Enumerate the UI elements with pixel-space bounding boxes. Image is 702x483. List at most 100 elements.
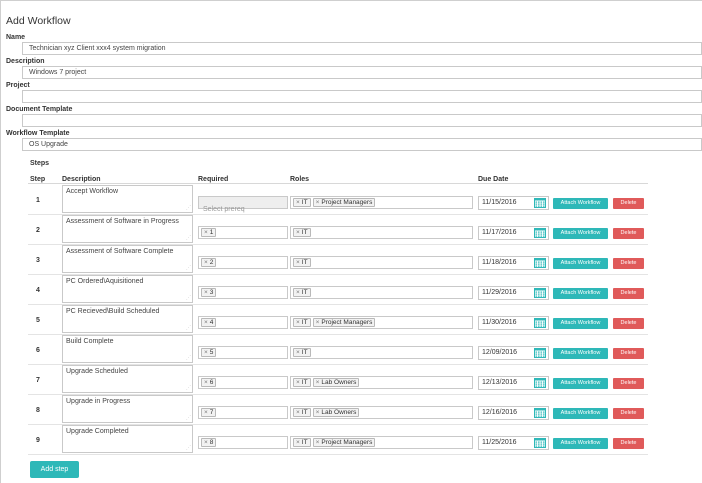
remove-tag-icon[interactable]: ×: [296, 289, 300, 296]
remove-tag-icon[interactable]: ×: [204, 409, 208, 416]
calendar-icon[interactable]: [534, 438, 546, 448]
calendar-icon[interactable]: [534, 348, 546, 358]
calendar-icon[interactable]: [534, 198, 546, 208]
resize-grip-icon[interactable]: ⋰: [186, 386, 191, 391]
delete-step-button[interactable]: Delete: [613, 438, 644, 449]
project-field[interactable]: [22, 90, 702, 103]
due-date-input[interactable]: 11/18/2016: [478, 256, 549, 270]
remove-tag-icon[interactable]: ×: [296, 349, 300, 356]
remove-tag-icon[interactable]: ×: [296, 229, 300, 236]
delete-step-button[interactable]: Delete: [613, 318, 644, 329]
due-date-input[interactable]: 12/09/2016: [478, 346, 549, 360]
resize-grip-icon[interactable]: ⋰: [186, 296, 191, 301]
resize-grip-icon[interactable]: ⋰: [186, 356, 191, 361]
delete-step-button[interactable]: Delete: [613, 348, 644, 359]
resize-grip-icon[interactable]: ⋰: [186, 416, 191, 421]
remove-tag-icon[interactable]: ×: [204, 259, 208, 266]
step-description-textarea[interactable]: Accept Workflow ⋰: [62, 185, 193, 213]
due-date-input[interactable]: 11/30/2016: [478, 316, 549, 330]
calendar-icon[interactable]: [534, 288, 546, 298]
roles-select[interactable]: × IT × Project Managers: [290, 196, 473, 209]
required-prereq-select[interactable]: × 5: [198, 346, 288, 359]
attach-workflow-button[interactable]: Attach Workflow: [553, 198, 608, 209]
delete-step-button[interactable]: Delete: [613, 408, 644, 419]
resize-grip-icon[interactable]: ⋰: [186, 446, 191, 451]
calendar-icon[interactable]: [534, 258, 546, 268]
required-prereq-select[interactable]: × 4: [198, 316, 288, 329]
due-date-input[interactable]: 11/25/2016: [478, 436, 549, 450]
required-prereq-select[interactable]: × 6: [198, 376, 288, 389]
required-prereq-select[interactable]: × 1: [198, 226, 288, 239]
roles-select[interactable]: × IT: [290, 346, 473, 359]
attach-workflow-button[interactable]: Attach Workflow: [553, 438, 608, 449]
remove-tag-icon[interactable]: ×: [204, 439, 208, 446]
required-prereq-select[interactable]: × 2: [198, 256, 288, 269]
roles-select[interactable]: × IT: [290, 286, 473, 299]
required-prereq-select[interactable]: × 8: [198, 436, 288, 449]
add-step-button[interactable]: Add step: [30, 461, 79, 478]
remove-tag-icon[interactable]: ×: [296, 199, 300, 206]
step-description-textarea[interactable]: Build Complete ⋰: [62, 335, 193, 363]
required-prereq-select[interactable]: × 7: [198, 406, 288, 419]
step-description-textarea[interactable]: PC Recieved\Build Scheduled ⋰: [62, 305, 193, 333]
roles-select[interactable]: × IT: [290, 226, 473, 239]
attach-workflow-button[interactable]: Attach Workflow: [553, 408, 608, 419]
required-prereq-select[interactable]: × 3: [198, 286, 288, 299]
required-prereq-select[interactable]: Select prereq: [198, 196, 288, 213]
workflow-template-select[interactable]: OS Upgrade: [22, 138, 702, 151]
remove-tag-icon[interactable]: ×: [296, 319, 300, 326]
roles-select[interactable]: × IT × Lab Owners: [290, 406, 473, 419]
resize-grip-icon[interactable]: ⋰: [186, 266, 191, 271]
delete-step-button[interactable]: Delete: [613, 258, 644, 269]
roles-select[interactable]: × IT: [290, 256, 473, 269]
delete-step-button[interactable]: Delete: [613, 378, 644, 389]
description-field[interactable]: Windows 7 project: [22, 66, 702, 79]
resize-grip-icon[interactable]: ⋰: [186, 236, 191, 241]
remove-tag-icon[interactable]: ×: [204, 319, 208, 326]
attach-workflow-button[interactable]: Attach Workflow: [553, 318, 608, 329]
remove-tag-icon[interactable]: ×: [316, 379, 320, 386]
name-field[interactable]: Technician xyz Client xxx4 system migrat…: [22, 42, 702, 55]
remove-tag-icon[interactable]: ×: [316, 199, 320, 206]
remove-tag-icon[interactable]: ×: [316, 439, 320, 446]
step-description-textarea[interactable]: Upgrade in Progress ⋰: [62, 395, 193, 423]
remove-tag-icon[interactable]: ×: [204, 379, 208, 386]
remove-tag-icon[interactable]: ×: [204, 289, 208, 296]
remove-tag-icon[interactable]: ×: [296, 379, 300, 386]
calendar-icon[interactable]: [534, 318, 546, 328]
remove-tag-icon[interactable]: ×: [296, 259, 300, 266]
step-description-textarea[interactable]: Upgrade Scheduled ⋰: [62, 365, 193, 393]
due-date-input[interactable]: 12/13/2016: [478, 376, 549, 390]
attach-workflow-button[interactable]: Attach Workflow: [553, 288, 608, 299]
document-template-field[interactable]: [22, 114, 702, 127]
remove-tag-icon[interactable]: ×: [204, 229, 208, 236]
due-date-input[interactable]: 11/29/2016: [478, 286, 549, 300]
due-date-input[interactable]: 11/17/2016: [478, 226, 549, 240]
delete-step-button[interactable]: Delete: [613, 288, 644, 299]
due-date-input[interactable]: 11/15/2016: [478, 196, 549, 210]
step-description-textarea[interactable]: Assessment of Software Complete ⋰: [62, 245, 193, 273]
delete-step-button[interactable]: Delete: [613, 228, 644, 239]
remove-tag-icon[interactable]: ×: [296, 439, 300, 446]
remove-tag-icon[interactable]: ×: [316, 319, 320, 326]
roles-select[interactable]: × IT × Project Managers: [290, 316, 473, 329]
remove-tag-icon[interactable]: ×: [296, 409, 300, 416]
resize-grip-icon[interactable]: ⋰: [186, 206, 191, 211]
attach-workflow-button[interactable]: Attach Workflow: [553, 228, 608, 239]
resize-grip-icon[interactable]: ⋰: [186, 326, 191, 331]
step-description-textarea[interactable]: Upgrade Completed ⋰: [62, 425, 193, 453]
attach-workflow-button[interactable]: Attach Workflow: [553, 348, 608, 359]
delete-step-button[interactable]: Delete: [613, 198, 644, 209]
attach-workflow-button[interactable]: Attach Workflow: [553, 378, 608, 389]
calendar-icon[interactable]: [534, 378, 546, 388]
step-description-textarea[interactable]: Assessment of Software in Progress ⋰: [62, 215, 193, 243]
roles-select[interactable]: × IT × Lab Owners: [290, 376, 473, 389]
roles-select[interactable]: × IT × Project Managers: [290, 436, 473, 449]
calendar-icon[interactable]: [534, 408, 546, 418]
step-description-textarea[interactable]: PC Ordered\Aquisitioned ⋰: [62, 275, 193, 303]
remove-tag-icon[interactable]: ×: [204, 349, 208, 356]
due-date-input[interactable]: 12/16/2016: [478, 406, 549, 420]
remove-tag-icon[interactable]: ×: [316, 409, 320, 416]
calendar-icon[interactable]: [534, 228, 546, 238]
attach-workflow-button[interactable]: Attach Workflow: [553, 258, 608, 269]
